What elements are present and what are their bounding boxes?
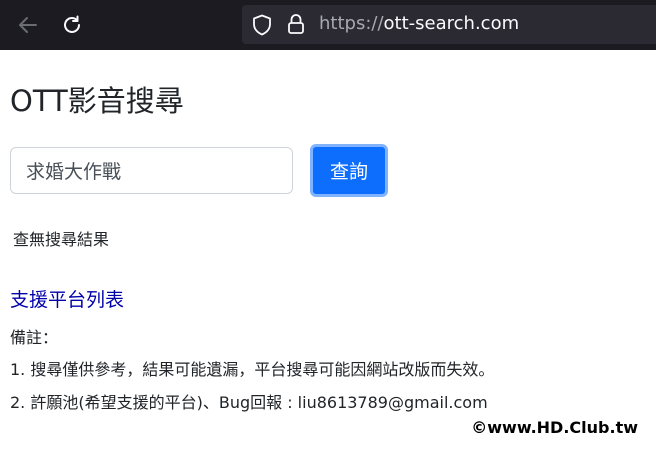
page-title: OTT影音搜尋 (10, 84, 184, 118)
url-scheme: https:// (319, 13, 384, 34)
url-host: ott-search.com (383, 13, 520, 34)
note-item: 2. 許願池(希望支援的平台)、Bug回報 : liu8613789@gmail… (10, 393, 488, 412)
reload-icon (64, 15, 80, 33)
shield-icon[interactable] (252, 14, 272, 36)
search-input[interactable] (10, 147, 293, 194)
search-button[interactable]: 查詢 (310, 144, 388, 197)
back-button[interactable] (12, 9, 44, 41)
watermark: ©www.HD.Club.tw (471, 418, 638, 437)
note-item: 1. 搜尋僅供參考，結果可能遺漏，平台搜尋可能因網站改版而失效。 (10, 360, 495, 379)
result-message: 查無搜尋結果 (13, 230, 110, 249)
back-arrow-icon (19, 17, 37, 33)
platform-list-link[interactable]: 支援平台列表 (10, 287, 124, 313)
url-text[interactable]: https://ott-search.com (319, 13, 519, 35)
notes-heading: 備註： (10, 328, 59, 347)
browser-toolbar: https://ott-search.com (0, 0, 656, 50)
lock-icon[interactable] (287, 13, 305, 35)
reload-button[interactable] (56, 9, 88, 41)
